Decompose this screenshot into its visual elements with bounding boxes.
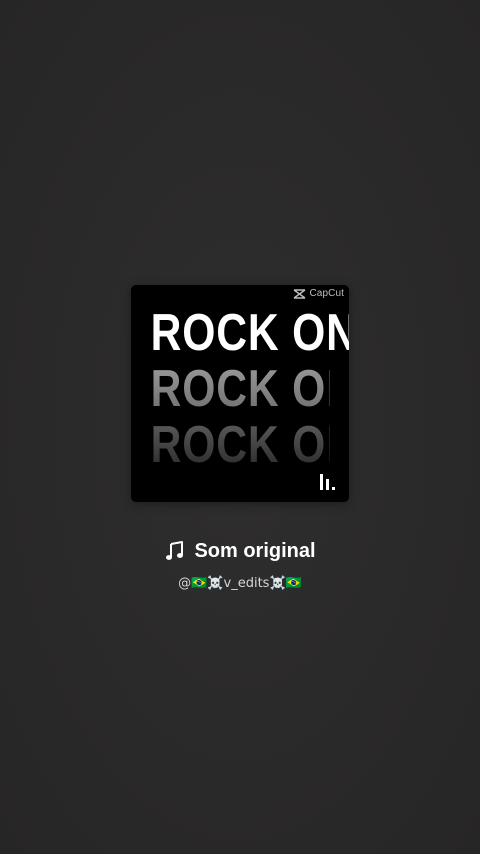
capcut-label: CapCut	[309, 288, 344, 299]
music-note-icon	[166, 541, 184, 560]
sound-title-row: Som original	[0, 537, 480, 565]
bars-logo-icon	[320, 474, 335, 490]
capcut-watermark: CapCut	[293, 288, 344, 299]
album-cover[interactable]: CapCut ROCK ON ROCK ON ROCK ON	[131, 285, 349, 502]
cover-text-line-1: ROCK ON	[150, 304, 349, 362]
sound-title: Som original	[194, 540, 316, 562]
sound-page: CapCut ROCK ON ROCK ON ROCK ON Som origi…	[0, 0, 480, 854]
cover-text-line-2: ROCK ON	[150, 360, 349, 418]
sound-author-link[interactable]: @🇧🇷☠️v_edits☠️🇧🇷	[0, 575, 480, 593]
capcut-icon	[294, 288, 306, 299]
cover-text-line-3: ROCK ON	[150, 416, 349, 474]
